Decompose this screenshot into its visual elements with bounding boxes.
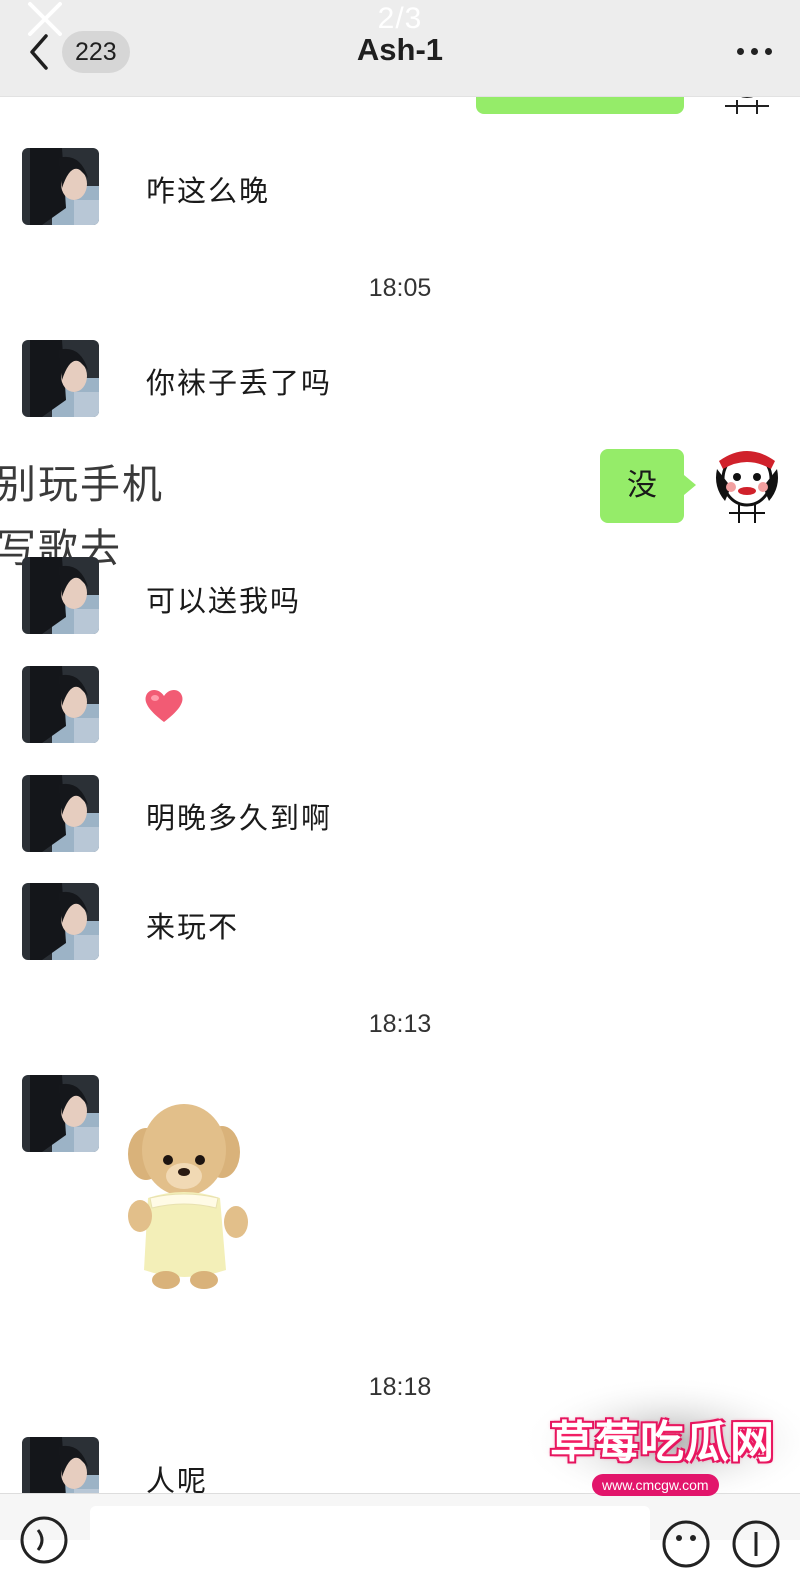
plush-puppy-sticker[interactable]	[118, 1094, 258, 1294]
more-options-icon[interactable]	[734, 44, 774, 58]
message-list[interactable]: 咋这么晚 18:05 你袜子丢了吗 没 别玩手机 写歌去 可以送我吗 明晚多久到…	[0, 86, 800, 1514]
contact-avatar[interactable]	[22, 557, 99, 634]
chat-header: 2/3 223 Ash-1	[0, 0, 800, 97]
outgoing-message-bubble[interactable]: 没	[600, 449, 696, 523]
my-avatar[interactable]	[711, 447, 783, 525]
plus-icon[interactable]	[730, 1518, 782, 1570]
watermark-logo: 草莓吃瓜网 www.cmcgw.com	[500, 1378, 800, 1510]
watermark-url: www.cmcgw.com	[592, 1474, 719, 1496]
voice-input-icon[interactable]	[18, 1514, 70, 1566]
message-input[interactable]	[90, 1506, 650, 1566]
chat-title: Ash-1	[356, 32, 444, 67]
incoming-message-text[interactable]: 可以送我吗	[146, 578, 301, 620]
watermark-brand-text: 草莓吃瓜网	[550, 1418, 775, 1467]
contact-avatar[interactable]	[22, 775, 99, 852]
contact-avatar[interactable]	[22, 1075, 99, 1152]
timestamp: 18:05	[368, 274, 432, 302]
incoming-message-text[interactable]: 咋这么晚	[146, 168, 270, 210]
contact-avatar[interactable]	[22, 666, 99, 743]
timestamp: 18:13	[368, 1010, 432, 1038]
emoji-icon[interactable]	[660, 1518, 712, 1570]
incoming-message-text[interactable]: 来玩不	[146, 904, 239, 946]
overlay-caption-line: 别玩手机	[0, 463, 164, 507]
contact-avatar[interactable]	[22, 340, 99, 417]
contact-avatar[interactable]	[22, 148, 99, 225]
page-indicator: 2/3	[377, 2, 423, 35]
incoming-message-text[interactable]: 你袜子丢了吗	[146, 360, 332, 402]
incoming-message-text[interactable]: 明晚多久到啊	[146, 795, 332, 837]
contact-avatar[interactable]	[22, 883, 99, 960]
heart-emoji-icon[interactable]	[144, 688, 184, 724]
